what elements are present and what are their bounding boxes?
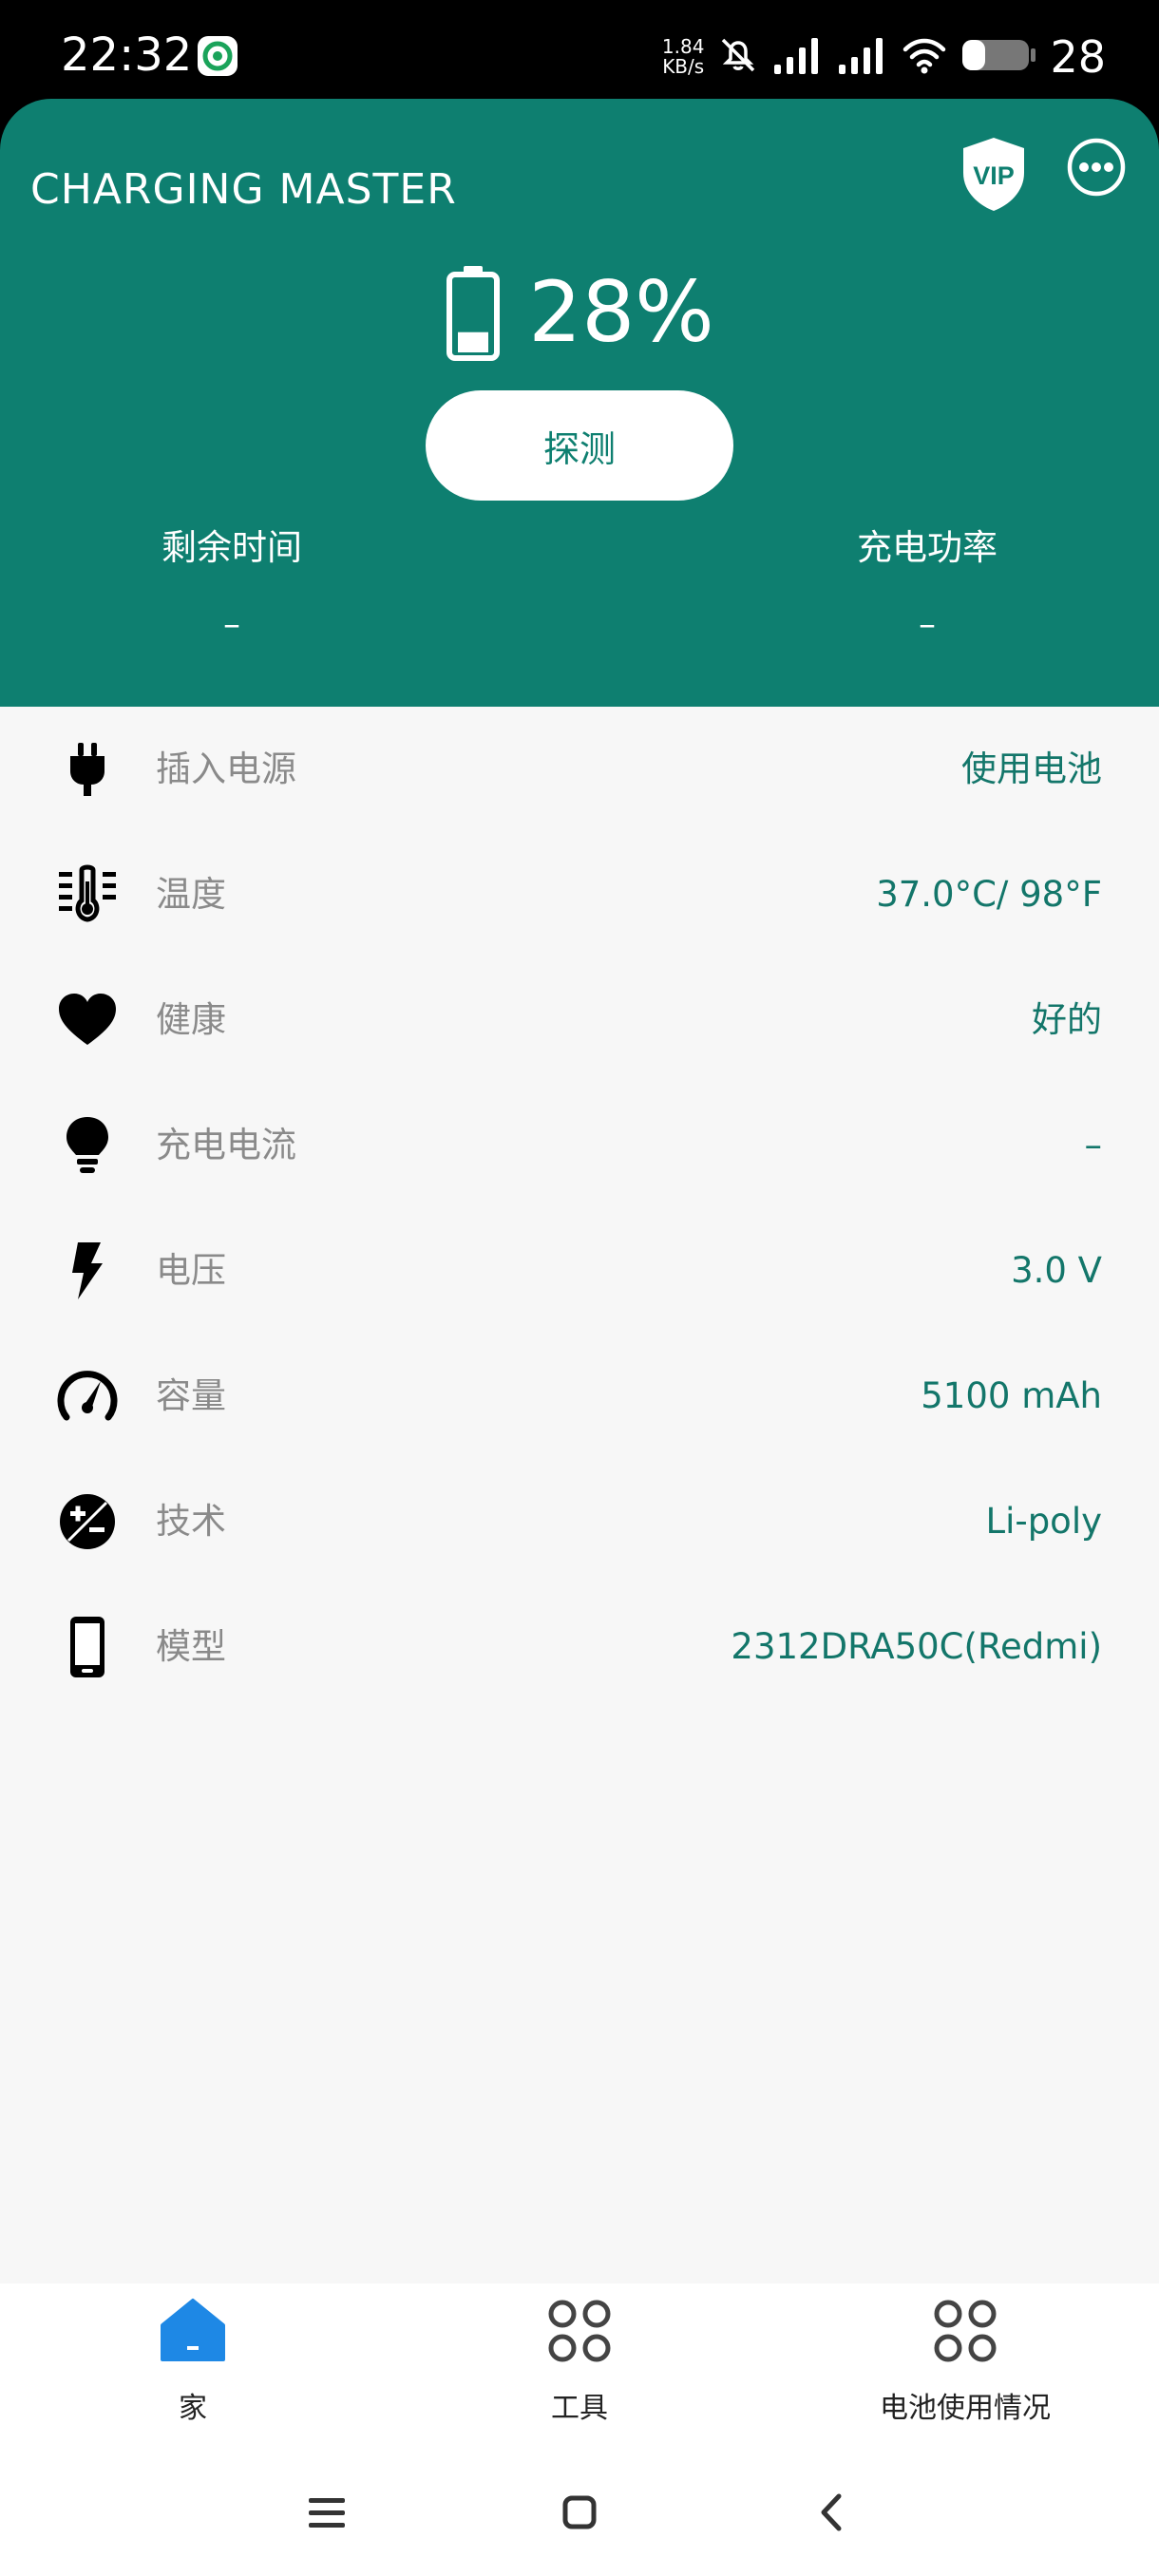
info-label: 技术: [156, 1501, 226, 1542]
wifi-icon: [902, 34, 947, 80]
remaining-time-value: –: [223, 605, 240, 644]
remaining-time-stat: 剩余时间 –: [42, 521, 422, 649]
signal-icon: [837, 34, 888, 80]
status-bar: 22:32 1.84 KB/s 28: [0, 0, 1159, 104]
nav-battery-usage[interactable]: 电池使用情况: [772, 2283, 1158, 2451]
list-item: 电压 3.0 V: [0, 1208, 1159, 1334]
remaining-time-label: 剩余时间: [162, 527, 302, 568]
list-item: 模型 2312DRA50C(Redmi): [0, 1584, 1159, 1710]
signal-icon: [772, 34, 824, 80]
header: CHARGING MASTER VIP 28% 探测 剩余时间 – 充电功率 –: [0, 99, 1159, 707]
battery-info-list: 插入电源 使用电池 温度 37.0°C/ 98°F 健康 好的 充电电流 – 电…: [0, 707, 1159, 2283]
nav-label: 工具: [551, 2392, 608, 2425]
heart-icon: [57, 990, 118, 1051]
info-label: 模型: [156, 1626, 226, 1667]
home-icon: [159, 2297, 227, 2365]
plug-icon: [57, 739, 118, 800]
list-item: 充电电流 –: [0, 1083, 1159, 1208]
list-item: 插入电源 使用电池: [0, 707, 1159, 832]
plus-minus-icon: [57, 1491, 118, 1552]
info-value: 2312DRA50C(Redmi): [731, 1626, 1102, 1667]
net-speed-value: 1.84: [661, 35, 705, 58]
phone-icon: [57, 1617, 118, 1677]
list-item: 健康 好的: [0, 957, 1159, 1083]
app-notification-icon: [198, 36, 238, 76]
vip-button[interactable]: VIP: [960, 135, 1028, 213]
list-item: 技术 Li-poly: [0, 1459, 1159, 1584]
info-label: 充电电流: [156, 1125, 296, 1165]
more-options-button[interactable]: [1066, 137, 1127, 198]
square-icon: [562, 2495, 597, 2529]
list-item: 容量 5100 mAh: [0, 1334, 1159, 1459]
nav-home[interactable]: 家: [0, 2283, 386, 2451]
vip-label: VIP: [973, 161, 1015, 190]
nav-tools[interactable]: 工具: [387, 2283, 772, 2451]
more-icon: [1067, 138, 1126, 197]
info-label: 电压: [156, 1250, 226, 1291]
info-label: 健康: [156, 999, 226, 1040]
battery-fill-level: [458, 331, 489, 352]
battery-icon: [960, 34, 1036, 80]
net-speed-unit: KB/s: [662, 55, 705, 78]
lightning-icon: [57, 1241, 118, 1301]
back-arrow-icon: [821, 2493, 842, 2531]
info-label: 容量: [156, 1375, 226, 1416]
grid-icon: [931, 2297, 999, 2365]
detect-button[interactable]: 探测: [426, 390, 733, 501]
mute-icon: [717, 34, 759, 80]
net-speed: 1.84 KB/s: [662, 37, 705, 77]
speedometer-icon: [57, 1366, 118, 1427]
bottom-nav: 家 工具 电池使用情况: [0, 2283, 1159, 2451]
info-value: Li-poly: [985, 1501, 1102, 1542]
charging-power-stat: 充电功率 –: [737, 521, 1117, 649]
status-time: 22:32: [61, 28, 193, 82]
info-value: 3.0 V: [1011, 1250, 1102, 1291]
status-icons: 1.84 KB/s 28: [662, 28, 1106, 85]
info-value: 使用电池: [961, 748, 1102, 789]
grid-icon: [545, 2297, 614, 2365]
info-value: 5100 mAh: [921, 1375, 1102, 1416]
lightbulb-icon: [57, 1115, 118, 1176]
app-screen: 22:32 1.84 KB/s 28 CHARGING MASTER VIP 2…: [0, 0, 1159, 2576]
recents-button[interactable]: [294, 2479, 360, 2546]
info-label: 插入电源: [156, 748, 296, 789]
battery-outline-icon: [446, 266, 501, 361]
info-value: 好的: [1032, 999, 1102, 1040]
charging-power-label: 充电功率: [857, 527, 998, 568]
battery-summary: 28%: [0, 260, 1159, 365]
list-item: 温度 37.0°C/ 98°F: [0, 832, 1159, 957]
nav-label: 家: [179, 2392, 207, 2425]
info-label: 温度: [156, 874, 226, 915]
nav-label: 电池使用情况: [880, 2392, 1051, 2425]
thermometer-icon: [57, 864, 118, 925]
info-value: 37.0°C/ 98°F: [876, 874, 1102, 915]
battery-percent: 28%: [528, 263, 714, 361]
battery-level-text: 28: [1050, 31, 1106, 83]
info-value: –: [1084, 1125, 1103, 1165]
charging-power-value: –: [919, 605, 936, 644]
menu-icon: [309, 2498, 345, 2528]
back-button[interactable]: [799, 2479, 865, 2546]
app-title: CHARGING MASTER: [30, 165, 457, 214]
system-nav-bar: [0, 2451, 1159, 2576]
home-button[interactable]: [546, 2479, 613, 2546]
